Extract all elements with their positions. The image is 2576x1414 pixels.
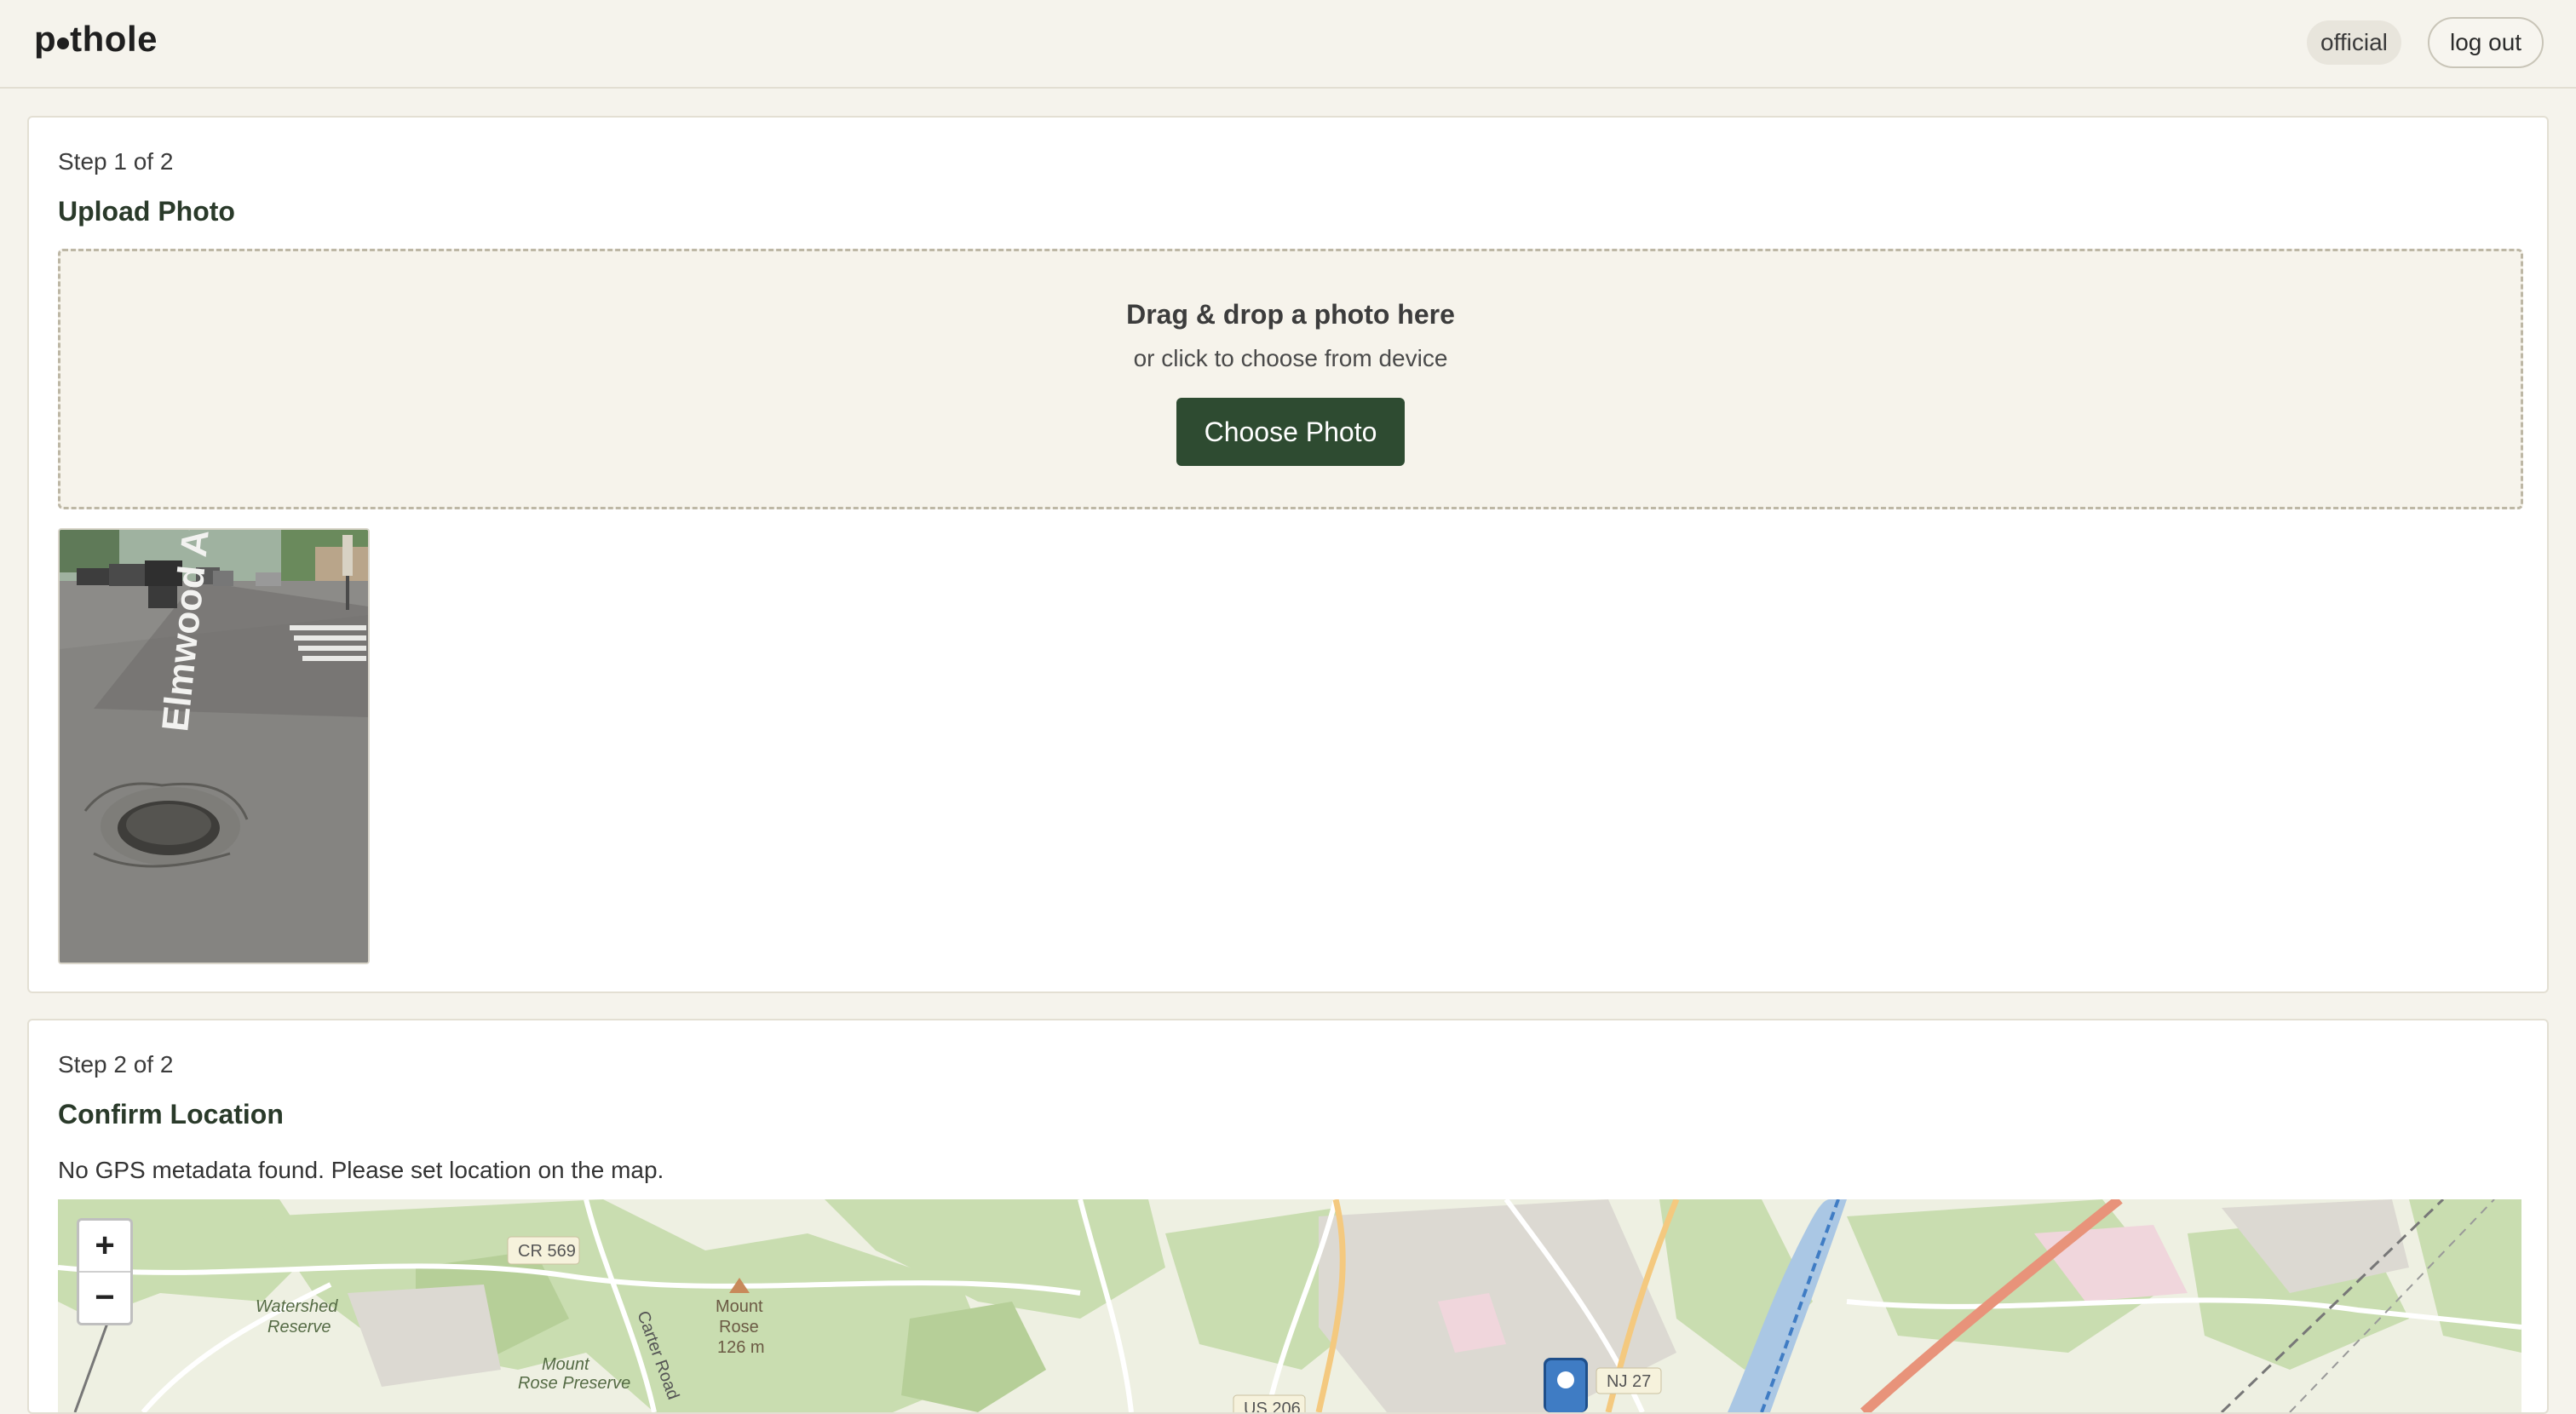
section-title: Confirm Location [58,1099,284,1129]
logo-text-start: p [34,19,57,59]
street-photo-image: Elmwood Ave [60,530,368,963]
confirm-location-card: Step 2 of 2 Confirm Location No GPS meta… [27,1019,2549,1414]
zoom-in-button[interactable]: + [79,1221,130,1273]
map-tiles: CR 569 Watershed Reserve Mount Rose 126 … [58,1199,2521,1412]
logout-button[interactable]: log out [2428,17,2544,68]
top-bar: p thole official log out [0,0,2576,89]
gps-status-message: No GPS metadata found. Please set locati… [58,1157,664,1183]
map-label-rose: Rose [719,1318,759,1336]
photo-dropzone[interactable]: Drag & drop a photo here or click to cho… [58,249,2523,509]
role-badge: official [2307,20,2401,65]
location-map[interactable]: CR 569 Watershed Reserve Mount Rose 126 … [58,1199,2521,1412]
map-label-preserve-2: Rose Preserve [518,1374,630,1393]
map-label-us206: US 206 [1244,1400,1301,1412]
map-label-nj27: NJ 27 [1607,1372,1651,1391]
map-label-mount: Mount [716,1297,763,1316]
logo-text-end: thole [70,19,158,59]
dropzone-heading: Drag & drop a photo here [1126,299,1455,330]
map-label-elevation: 126 m [717,1338,765,1357]
map-label-cr569: CR 569 [518,1242,576,1261]
section-title: Upload Photo [58,196,235,227]
pothole-dot-icon [57,37,70,49]
app-logo[interactable]: p thole [34,19,158,60]
step-indicator: Step 2 of 2 [58,1051,174,1078]
zoom-out-button[interactable]: − [79,1273,130,1323]
map-zoom-control: + − [77,1218,133,1325]
map-label-watershed: Watershed [256,1297,338,1316]
map-label-reserve: Reserve [267,1318,331,1336]
location-marker-icon[interactable] [1544,1358,1588,1412]
photo-preview: Elmwood Ave [58,528,370,964]
choose-photo-button[interactable]: Choose Photo [1176,398,1405,466]
upload-photo-card: Step 1 of 2 Upload Photo Drag & drop a p… [27,116,2549,993]
dropzone-subtext: or click to choose from device [1133,345,1448,371]
map-label-preserve-1: Mount [542,1355,590,1374]
step-indicator: Step 1 of 2 [58,148,174,175]
